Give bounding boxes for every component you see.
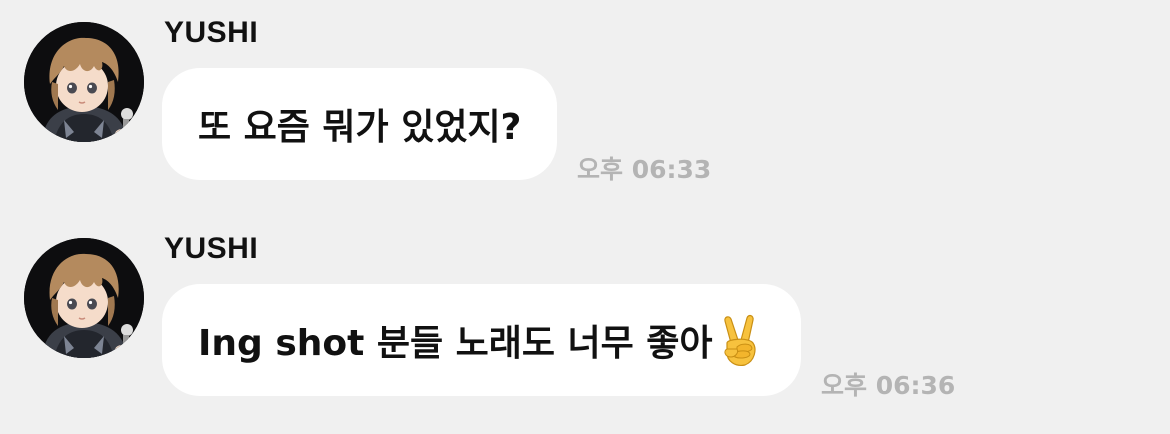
- message-row: YUSHI Ing shot 분들 노래도 너무 좋아 오후 06:36: [0, 216, 1170, 416]
- message-timestamp: 오후 06:33: [577, 155, 712, 184]
- victory-hand-emoji-icon: [723, 314, 756, 366]
- sender-name: YUSHI: [164, 16, 259, 49]
- message-text: 또 요즘 뭐가 있었지?: [198, 107, 522, 148]
- message-bubble[interactable]: Ing shot 분들 노래도 너무 좋아: [162, 284, 801, 396]
- avatar[interactable]: [24, 22, 144, 142]
- avatar[interactable]: [24, 238, 144, 358]
- message-bubble[interactable]: 또 요즘 뭐가 있었지?: [162, 68, 558, 180]
- message-text: Ing shot 분들 노래도 너무 좋아: [198, 323, 713, 364]
- message-row: YUSHI 또 요즘 뭐가 있었지? 오후 06:33: [0, 0, 1170, 200]
- chat-thread: YUSHI 또 요즘 뭐가 있었지? 오후 06:33 YUSHI Ing sh…: [0, 0, 1170, 434]
- avatar-image: [24, 238, 144, 358]
- sender-name: YUSHI: [164, 232, 259, 265]
- avatar-image: [24, 22, 144, 142]
- message-timestamp: 오후 06:36: [821, 371, 956, 400]
